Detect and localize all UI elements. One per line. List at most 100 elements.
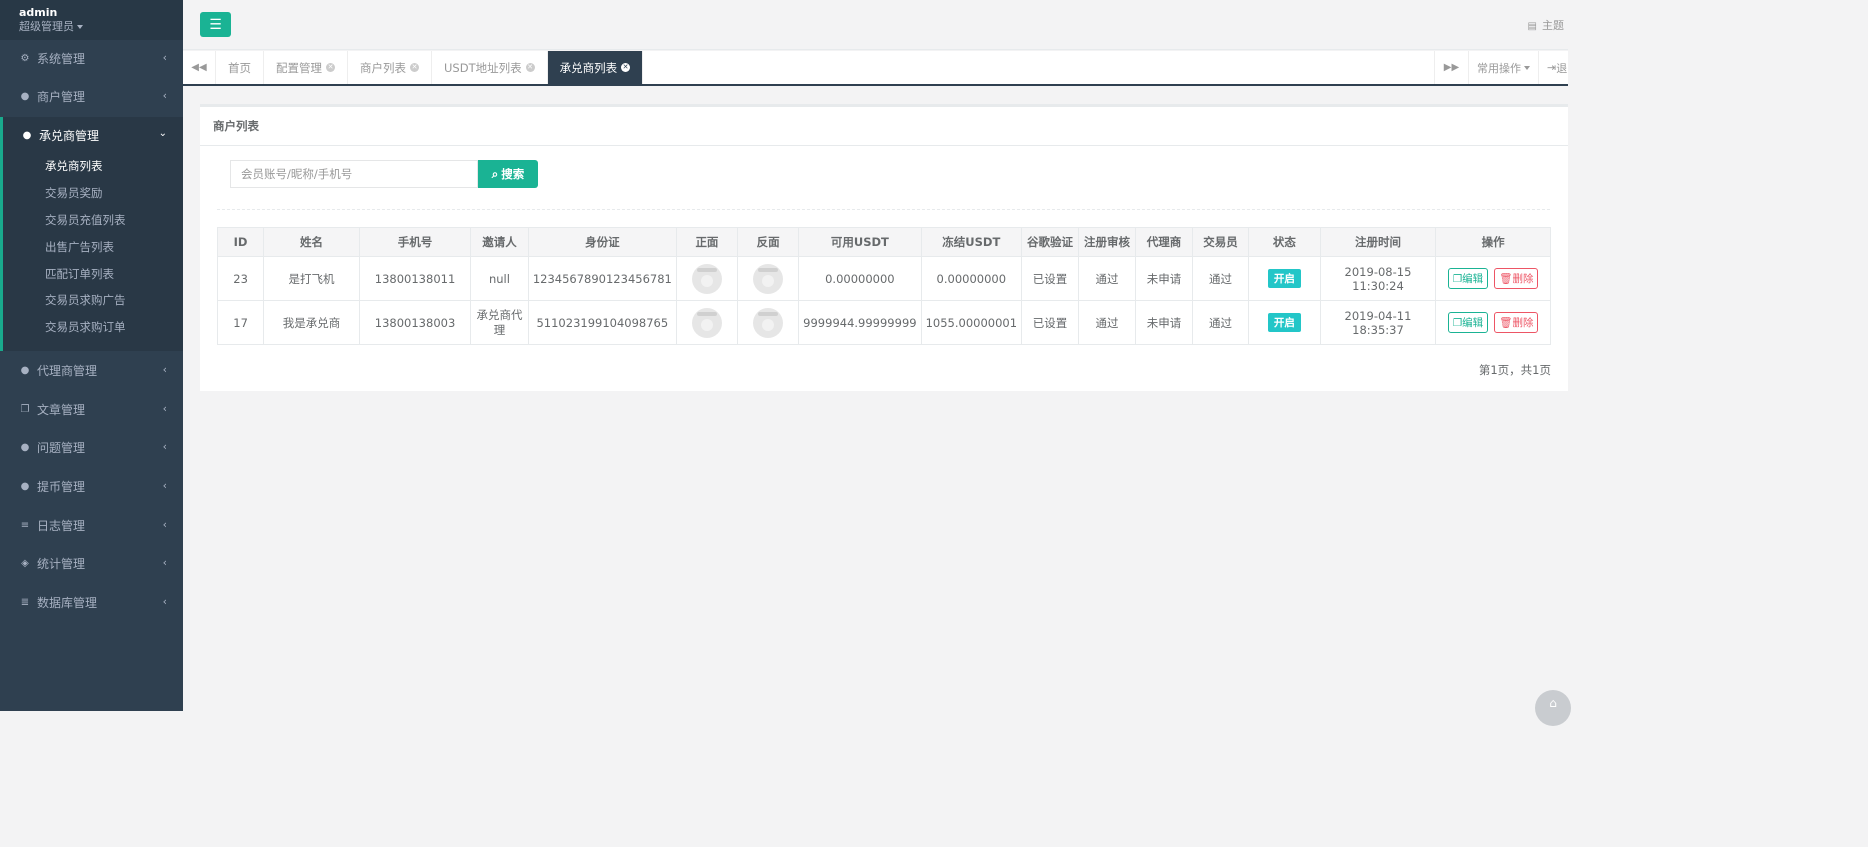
col-header[interactable]: 谷歌验证: [1021, 227, 1080, 257]
id-back-image[interactable]: [753, 263, 784, 294]
sidebar-item-label: 承兑商管理: [39, 128, 100, 143]
cell-google: 已设置: [1021, 300, 1080, 345]
col-header[interactable]: 注册审核: [1078, 227, 1137, 257]
id-front-image[interactable]: [691, 263, 722, 294]
submenu-match-orders[interactable]: 匹配订单列表: [3, 260, 183, 287]
cell-actions: ❐编辑 🗑删除: [1435, 256, 1551, 301]
cell-review: 通过: [1078, 256, 1137, 301]
col-header[interactable]: 交易员: [1191, 227, 1250, 257]
col-header[interactable]: 状态: [1248, 227, 1321, 257]
delete-label: 删除: [1512, 273, 1534, 285]
user-role-dropdown[interactable]: 超级管理员: [19, 20, 183, 34]
theme-button[interactable]: ▤ 主题: [1528, 17, 1564, 33]
menu-toggle-button[interactable]: ☰: [200, 12, 231, 37]
trash-icon: 🗑: [1499, 273, 1513, 285]
gear-icon: ⚙: [20, 52, 30, 64]
caret-down-icon: [1524, 65, 1530, 70]
sign-out-icon: ⇥: [1547, 61, 1557, 74]
tab-list: 首页 配置管理 ✕ 商户列表 ✕ USDT地址列表 ✕ 承兑商列表 ✕: [216, 51, 644, 84]
chevron-left-icon: ‹: [162, 440, 167, 453]
col-header[interactable]: 邀请人: [470, 227, 529, 257]
sidebar-item-system[interactable]: ⚙ 系统管理 ‹: [0, 39, 183, 77]
tab-label: 首页: [228, 60, 251, 75]
col-header[interactable]: 操作: [1435, 227, 1551, 257]
home-button[interactable]: ⌂: [1535, 690, 1571, 726]
tab-scroll-right-button[interactable]: ▶▶: [1434, 51, 1468, 84]
edit-button[interactable]: ❐编辑: [1447, 312, 1489, 333]
sidebar-item-stats[interactable]: ◈ 统计管理 ‹: [0, 544, 183, 582]
close-icon[interactable]: ✕: [525, 63, 535, 72]
table-row: 23 是打飞机 13800138011 null 123456789012345…: [216, 256, 1551, 301]
submenu-sell-ads[interactable]: 出售广告列表: [3, 233, 183, 260]
col-header[interactable]: 手机号: [358, 227, 472, 257]
copy-icon: ❐: [1452, 273, 1463, 285]
top-bar: ☰ ▤ 主题: [183, 0, 1568, 50]
cell-reg-time: 2019-04-11 18:35:37: [1319, 300, 1437, 345]
common-ops-label: 常用操作: [1477, 61, 1521, 75]
hamburger-icon: ☰: [209, 16, 222, 33]
chevron-left-icon: ‹: [162, 518, 167, 531]
content-panel: 商户列表 会员账号/昵称/手机号 ⌕ 搜索 ID 姓名 手机号 邀请人 身份证 正…: [200, 104, 1568, 391]
sidebar-item-label: 统计管理: [37, 556, 86, 571]
cell-frozen: 0.00000000: [920, 256, 1023, 301]
logout-button[interactable]: ⇥退出: [1538, 51, 1568, 84]
col-header[interactable]: 代理商: [1135, 227, 1193, 257]
theme-list-icon: ▤: [1527, 21, 1537, 32]
trash-icon: 🗑: [1499, 317, 1513, 329]
list-icon: ≡: [20, 519, 30, 531]
col-header[interactable]: 冻结USDT: [920, 227, 1023, 257]
delete-button[interactable]: 🗑删除: [1494, 268, 1539, 289]
cell-back: [737, 300, 800, 345]
tab-scroll-left-button[interactable]: ◀◀: [183, 51, 216, 84]
close-icon[interactable]: ✕: [621, 63, 631, 72]
user-profile[interactable]: admin 超级管理员: [0, 0, 183, 40]
col-header[interactable]: 姓名: [263, 227, 360, 257]
id-back-image[interactable]: [753, 307, 784, 338]
cell-id: 17: [216, 300, 265, 345]
table-row: 17 我是承兑商 13800138003 承兑商代理 5110231991040…: [216, 300, 1551, 345]
tab-home[interactable]: 首页: [216, 51, 264, 84]
sidebar-item-merchant[interactable]: ● 商户管理 ‹: [0, 77, 183, 115]
col-header[interactable]: 注册时间: [1319, 227, 1437, 257]
edit-button[interactable]: ❐编辑: [1447, 268, 1489, 289]
cell-frozen: 1055.00000001: [920, 300, 1023, 345]
search-button[interactable]: ⌕ 搜索: [478, 160, 538, 188]
id-front-image[interactable]: [691, 307, 722, 338]
submenu-trader-recharge[interactable]: 交易员充值列表: [3, 207, 183, 234]
delete-button[interactable]: 🗑删除: [1494, 312, 1539, 333]
user-icon: ●: [20, 364, 30, 376]
col-header[interactable]: 正面: [675, 227, 739, 257]
panel-title: 商户列表: [200, 107, 1568, 146]
search-input[interactable]: 会员账号/昵称/手机号: [230, 160, 478, 188]
comment-icon: ●: [20, 441, 30, 453]
submenu-trader-reward[interactable]: 交易员奖励: [3, 180, 183, 207]
col-header[interactable]: ID: [216, 227, 265, 257]
cell-agent: 未申请: [1135, 300, 1193, 345]
tab-acceptor-list[interactable]: 承兑商列表 ✕: [547, 51, 644, 84]
sidebar-item-label: 文章管理: [37, 402, 86, 417]
sidebar-item-database[interactable]: ≣ 数据库管理 ‹: [0, 583, 183, 621]
sidebar-item-agent[interactable]: ● 代理商管理 ‹: [0, 351, 183, 389]
sidebar-item-article[interactable]: ❐ 文章管理 ‹: [0, 390, 183, 428]
home-icon: ⌂: [1549, 696, 1557, 710]
col-header[interactable]: 可用USDT: [798, 227, 922, 257]
status-badge[interactable]: 开启: [1267, 269, 1301, 288]
cell-agent: 未申请: [1135, 256, 1193, 301]
submenu-trader-buy-ads[interactable]: 交易员求购广告: [3, 287, 183, 314]
submenu-trader-buy-orders[interactable]: 交易员求购订单: [3, 314, 183, 341]
close-icon[interactable]: ✕: [326, 63, 335, 72]
tab-merchant-list[interactable]: 商户列表 ✕: [348, 51, 432, 84]
common-ops-dropdown[interactable]: 常用操作: [1468, 51, 1538, 84]
tab-config[interactable]: 配置管理 ✕: [264, 51, 348, 84]
submenu-acceptor-list[interactable]: 承兑商列表: [3, 153, 183, 180]
col-header[interactable]: 反面: [737, 227, 800, 257]
close-icon[interactable]: ✕: [410, 63, 419, 72]
cell-google: 已设置: [1021, 256, 1080, 301]
sidebar-item-log[interactable]: ≡ 日志管理 ‹: [0, 506, 183, 544]
sidebar-item-acceptor[interactable]: ● 承兑商管理 ⌄: [3, 117, 183, 153]
status-badge[interactable]: 开启: [1267, 313, 1301, 332]
col-header[interactable]: 身份证: [527, 227, 677, 257]
sidebar-item-question[interactable]: ● 问题管理 ‹: [0, 428, 183, 466]
sidebar-item-withdraw[interactable]: ● 提币管理 ‹: [0, 467, 183, 505]
tab-usdt-address[interactable]: USDT地址列表 ✕: [432, 51, 548, 84]
